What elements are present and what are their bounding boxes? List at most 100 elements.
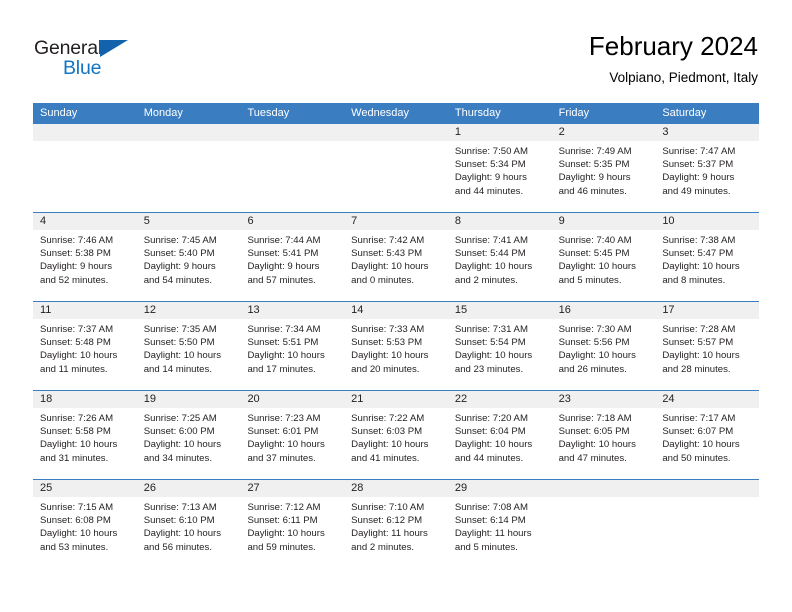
day-number[interactable]: 7 bbox=[344, 213, 448, 230]
day-number[interactable]: 17 bbox=[655, 302, 759, 319]
day-number[interactable]: 14 bbox=[344, 302, 448, 319]
calendar-week-row: 1 2 3 Sunrise: 7:50 AM Sunset: 5:34 PM Daylig… bbox=[33, 124, 759, 212]
day-cell bbox=[33, 141, 137, 212]
day-number[interactable]: 1 bbox=[448, 124, 552, 141]
day-detail-line: and 56 minutes. bbox=[143, 541, 212, 553]
day-number[interactable]: 21 bbox=[344, 391, 448, 408]
day-number[interactable]: 22 bbox=[448, 391, 552, 408]
day-number[interactable]: 18 bbox=[33, 391, 137, 408]
day-number[interactable]: 19 bbox=[137, 391, 241, 408]
day-detail-line: Sunset: 5:43 PM bbox=[351, 248, 423, 260]
day-number[interactable]: 13 bbox=[240, 302, 344, 319]
day-detail-line: Sunset: 5:56 PM bbox=[558, 337, 630, 349]
day-detail-line: Daylight: 10 hours bbox=[40, 439, 118, 451]
day-detail-line: Daylight: 10 hours bbox=[558, 350, 636, 362]
day-detail-line: Sunrise: 7:25 AM bbox=[143, 413, 217, 424]
day-number[interactable]: 10 bbox=[655, 213, 759, 230]
day-number[interactable]: 20 bbox=[240, 391, 344, 408]
day-detail-line: Sunset: 5:54 PM bbox=[454, 337, 526, 349]
day-number-empty bbox=[344, 124, 448, 141]
day-number[interactable]: 9 bbox=[552, 213, 656, 230]
day-detail-line: and 47 minutes. bbox=[558, 452, 627, 464]
page-title: February 2024 bbox=[588, 31, 758, 61]
day-number[interactable]: 2 bbox=[552, 124, 656, 141]
day-detail-line: Daylight: 10 hours bbox=[351, 350, 429, 362]
day-cell: Sunrise: 7:20 AM Sunset: 6:04 PM Daylight:… bbox=[448, 408, 552, 479]
day-detail-line: Sunrise: 7:49 AM bbox=[558, 146, 632, 157]
day-number-empty bbox=[33, 124, 137, 141]
day-number[interactable]: 8 bbox=[448, 213, 552, 230]
day-detail-line: and 49 minutes. bbox=[662, 185, 731, 197]
day-cell: Sunrise: 7:38 AM Sunset: 5:47 PM Daylight:… bbox=[655, 230, 759, 301]
day-detail-line: Sunset: 5:35 PM bbox=[558, 159, 630, 171]
day-detail-line: Sunset: 6:00 PM bbox=[143, 426, 215, 438]
day-detail-line: Sunrise: 7:44 AM bbox=[247, 235, 321, 246]
day-detail-line: Sunset: 6:07 PM bbox=[662, 426, 734, 438]
day-number[interactable]: 15 bbox=[448, 302, 552, 319]
calendar-page: General Blue February 2024 Volpiano, Pie… bbox=[0, 0, 792, 612]
day-number[interactable]: 26 bbox=[137, 480, 241, 497]
day-detail-line: Sunrise: 7:34 AM bbox=[247, 324, 321, 335]
weekday-header-wednesday: Wednesday bbox=[351, 107, 410, 119]
day-number[interactable]: 11 bbox=[33, 302, 137, 319]
day-detail-line: and 5 minutes. bbox=[558, 274, 622, 286]
logo-text-general: General bbox=[34, 37, 102, 59]
day-cell: Sunrise: 7:45 AM Sunset: 5:40 PM Daylight:… bbox=[137, 230, 241, 301]
day-detail-line: Daylight: 10 hours bbox=[662, 350, 740, 362]
day-cell: Sunrise: 7:17 AM Sunset: 6:07 PM Daylight:… bbox=[655, 408, 759, 479]
day-number[interactable]: 3 bbox=[655, 124, 759, 141]
day-detail-line: and 14 minutes. bbox=[143, 363, 212, 375]
day-detail-line: Sunrise: 7:10 AM bbox=[351, 502, 425, 513]
day-cell: Sunrise: 7:26 AM Sunset: 5:58 PM Daylight:… bbox=[33, 408, 137, 479]
day-number[interactable]: 27 bbox=[240, 480, 344, 497]
day-detail-line: Daylight: 11 hours bbox=[351, 528, 428, 540]
day-number[interactable]: 5 bbox=[137, 213, 241, 230]
day-detail-line: Sunset: 5:53 PM bbox=[351, 337, 423, 349]
day-detail-line: Sunset: 6:03 PM bbox=[351, 426, 423, 438]
day-number[interactable]: 28 bbox=[344, 480, 448, 497]
day-detail-line: and 44 minutes. bbox=[454, 185, 524, 197]
day-detail-line: Sunset: 6:04 PM bbox=[454, 426, 526, 438]
week-day-detail-band: Sunrise: 7:15 AM Sunset: 6:08 PM Daylight:… bbox=[33, 497, 759, 568]
week-day-number-band: 4 5 6 7 8 9 10 bbox=[33, 213, 759, 230]
day-detail-line: Sunrise: 7:12 AM bbox=[247, 502, 321, 513]
day-cell: Sunrise: 7:47 AM Sunset: 5:37 PM Daylight:… bbox=[655, 141, 759, 212]
calendar-week-row: 4 5 6 7 8 9 10 Sunrise: 7:46 AM Sunset: 5:38 PM D… bbox=[33, 212, 759, 301]
day-detail-line: Daylight: 10 hours bbox=[558, 261, 636, 273]
day-detail-line: Daylight: 10 hours bbox=[558, 439, 636, 451]
week-day-detail-band: Sunrise: 7:26 AM Sunset: 5:58 PM Daylight:… bbox=[33, 408, 759, 479]
day-number[interactable]: 16 bbox=[552, 302, 656, 319]
day-detail-line: Sunset: 5:44 PM bbox=[454, 248, 526, 260]
day-detail-line: Sunrise: 7:40 AM bbox=[558, 235, 632, 246]
day-detail-line: Sunrise: 7:30 AM bbox=[558, 324, 632, 335]
day-detail-line: Sunrise: 7:15 AM bbox=[40, 502, 114, 513]
calendar-week-row: 18 19 20 21 22 23 24 Sunrise: 7:26 AM Sunset: 5:… bbox=[33, 390, 759, 479]
day-number[interactable]: 29 bbox=[448, 480, 552, 497]
day-cell: Sunrise: 7:12 AM Sunset: 6:11 PM Daylight:… bbox=[240, 497, 344, 568]
day-detail-line: Sunset: 5:41 PM bbox=[247, 248, 319, 260]
day-number[interactable]: 25 bbox=[33, 480, 137, 497]
day-detail-line: Daylight: 9 hours bbox=[247, 261, 320, 273]
day-number[interactable]: 4 bbox=[33, 213, 137, 230]
day-detail-line: and 8 minutes. bbox=[662, 274, 726, 286]
day-number[interactable]: 12 bbox=[137, 302, 241, 319]
day-detail-line: Sunset: 5:45 PM bbox=[558, 248, 630, 260]
day-detail-line: Sunrise: 7:28 AM bbox=[662, 324, 736, 335]
day-detail-line: Daylight: 10 hours bbox=[454, 350, 533, 362]
day-cell bbox=[655, 497, 759, 568]
page-subtitle: Volpiano, Piedmont, Italy bbox=[609, 70, 758, 85]
day-detail-line: Daylight: 10 hours bbox=[662, 261, 740, 273]
day-detail-line: Sunrise: 7:08 AM bbox=[454, 502, 528, 513]
day-number[interactable]: 24 bbox=[655, 391, 759, 408]
week-day-detail-band: Sunrise: 7:46 AM Sunset: 5:38 PM Daylight:… bbox=[33, 230, 759, 301]
calendar-weeks: 1 2 3 Sunrise: 7:50 AM Sunset: 5:34 PM Daylig… bbox=[33, 124, 759, 568]
general-blue-logo[interactable]: General Blue bbox=[34, 37, 154, 83]
day-cell: Sunrise: 7:33 AM Sunset: 5:53 PM Daylight:… bbox=[344, 319, 448, 390]
week-day-number-band: 18 19 20 21 22 23 24 bbox=[33, 391, 759, 408]
day-number[interactable]: 6 bbox=[240, 213, 344, 230]
day-number[interactable]: 23 bbox=[552, 391, 656, 408]
day-cell: Sunrise: 7:44 AM Sunset: 5:41 PM Daylight:… bbox=[240, 230, 344, 301]
day-detail-line: and 0 minutes. bbox=[351, 274, 415, 286]
day-detail-line: and 57 minutes. bbox=[247, 274, 316, 286]
day-number-empty bbox=[240, 124, 344, 141]
